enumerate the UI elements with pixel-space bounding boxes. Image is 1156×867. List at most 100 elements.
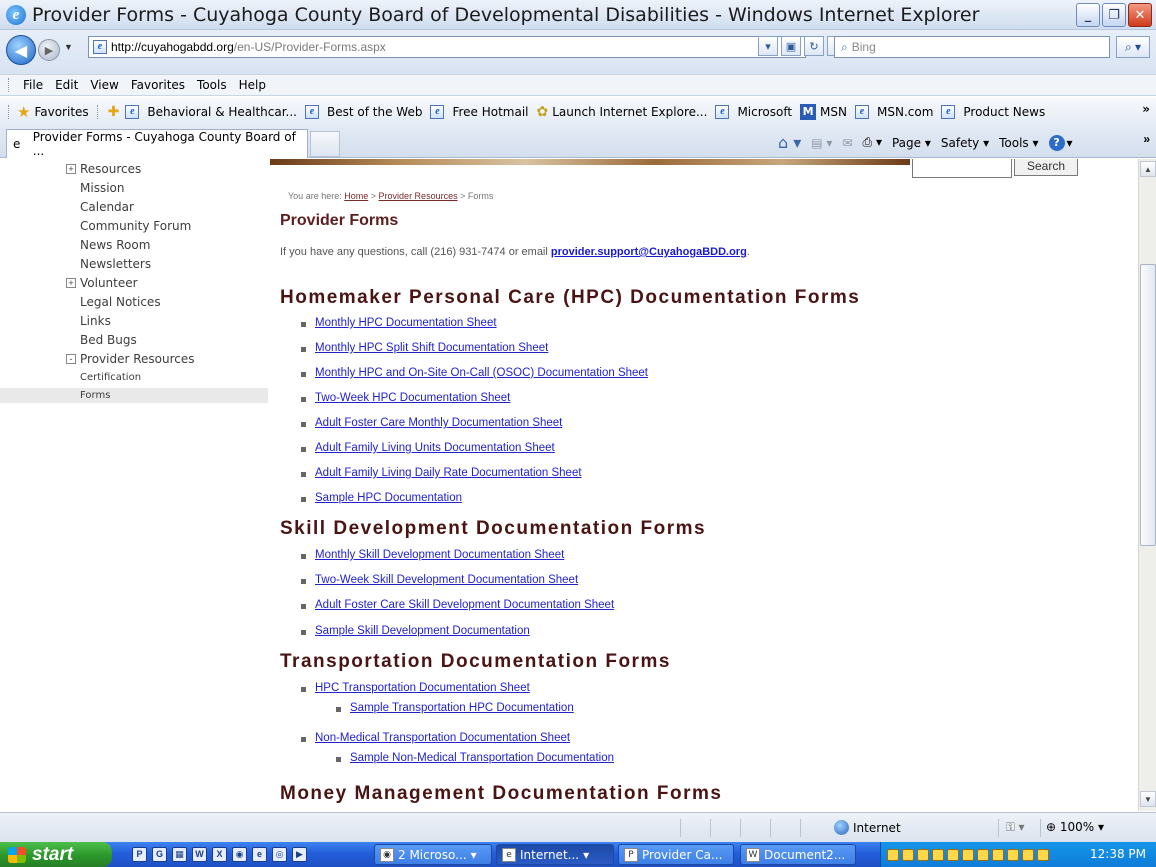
menu-edit[interactable]: Edit xyxy=(55,78,78,92)
site-search-button[interactable]: Search xyxy=(1014,159,1078,176)
nav-item-volunteer[interactable]: Volunteer xyxy=(80,276,138,290)
collapse-icon[interactable]: - xyxy=(66,354,76,364)
menu-file[interactable]: File xyxy=(23,78,43,92)
back-button[interactable]: ◀ xyxy=(6,35,36,65)
system-clock[interactable]: 12:38 PM xyxy=(1090,847,1146,861)
nav-subitem-certification[interactable]: Certification xyxy=(80,372,141,383)
nav-item-news-room[interactable]: News Room xyxy=(80,238,150,252)
tray-icon[interactable] xyxy=(1022,848,1034,861)
form-link[interactable]: HPC Transportation Documentation Sheet xyxy=(315,682,530,694)
tray-icon[interactable] xyxy=(902,848,914,861)
menu-favorites[interactable]: Favorites xyxy=(131,78,185,92)
tray-icon[interactable] xyxy=(992,848,1004,861)
close-button[interactable]: ✕ xyxy=(1128,3,1152,27)
read-mail-icon[interactable]: ✉ xyxy=(842,136,852,150)
fav-link-behavioral[interactable]: e Behavioral & Healthcar... xyxy=(125,105,297,119)
nav-item-links[interactable]: Links xyxy=(80,314,111,328)
menu-tools[interactable]: Tools xyxy=(197,78,227,92)
print-icon[interactable]: ⎙ ▾ xyxy=(863,135,882,150)
form-link[interactable]: Adult Family Living Units Documentation … xyxy=(315,442,555,454)
site-search-input[interactable] xyxy=(912,159,1012,178)
add-favorite-icon[interactable]: ✚ xyxy=(108,104,120,120)
fav-link-msn[interactable]: M MSN xyxy=(800,104,847,120)
forward-button[interactable]: ▶ xyxy=(38,39,60,61)
quicklaunch-icon[interactable]: ◉ xyxy=(232,847,247,862)
task-button-provider[interactable]: P Provider Ca... xyxy=(618,844,734,865)
form-link[interactable]: Two-Week Skill Development Documentation… xyxy=(315,574,578,586)
tray-icon[interactable] xyxy=(1037,848,1049,861)
home-icon[interactable]: ⌂ ▾ xyxy=(778,133,801,152)
form-link[interactable]: Adult Foster Care Monthly Documentation … xyxy=(315,417,562,429)
breadcrumb-provider-link[interactable]: Provider Resources xyxy=(379,191,458,201)
quicklaunch-icon[interactable]: ◎ xyxy=(272,847,287,862)
chevron-right-icon[interactable]: » xyxy=(1142,102,1150,116)
support-email-link[interactable]: provider.support@CuyahogaBDD.org xyxy=(551,246,747,258)
nav-item-community-forum[interactable]: Community Forum xyxy=(80,219,191,233)
favorites-button[interactable]: ★ Favorites xyxy=(17,103,89,121)
address-dropdown-icon[interactable]: ▾ xyxy=(758,36,778,56)
fav-link-best-of-web[interactable]: e Best of the Web xyxy=(305,105,422,119)
fav-link-msn-com[interactable]: e MSN.com xyxy=(855,105,933,119)
form-link[interactable]: Adult Foster Care Skill Development Docu… xyxy=(315,599,614,611)
quicklaunch-icon[interactable]: G xyxy=(152,847,167,862)
fav-link-launch-ie[interactable]: ✿ Launch Internet Explore... xyxy=(537,104,708,120)
tray-icon[interactable] xyxy=(917,848,929,861)
history-dropdown-icon[interactable]: ▼ xyxy=(64,42,73,52)
tray-icon[interactable] xyxy=(977,848,989,861)
tray-icon[interactable] xyxy=(962,848,974,861)
tab-provider-forms[interactable]: e Provider Forms - Cuyahoga County Board… xyxy=(6,129,308,158)
task-button-microsoft[interactable]: ◉ 2 Microso... ▾ xyxy=(374,844,492,865)
nav-item-provider-resources[interactable]: Provider Resources xyxy=(80,352,195,366)
search-button[interactable]: ⌕ ▾ xyxy=(1116,36,1150,58)
menu-help[interactable]: Help xyxy=(239,78,266,92)
nav-item-legal-notices[interactable]: Legal Notices xyxy=(80,295,161,309)
form-link[interactable]: Sample Non-Medical Transportation Docume… xyxy=(350,752,614,764)
minimize-button[interactable]: _ xyxy=(1076,3,1100,27)
start-button[interactable]: start xyxy=(0,842,112,867)
expand-icon[interactable]: + xyxy=(66,278,76,288)
quicklaunch-excel-icon[interactable]: X xyxy=(212,847,227,862)
chevron-right-icon[interactable]: » xyxy=(1143,132,1150,146)
fav-link-product-news[interactable]: e Product News xyxy=(941,105,1045,119)
form-link[interactable]: Monthly Skill Development Documentation … xyxy=(315,549,564,561)
breadcrumb-home-link[interactable]: Home xyxy=(344,191,368,201)
task-button-document[interactable]: W Document2... xyxy=(740,844,856,865)
fav-link-microsoft[interactable]: e Microsoft xyxy=(715,105,792,119)
nav-item-bed-bugs[interactable]: Bed Bugs xyxy=(80,333,137,347)
form-link[interactable]: Sample Transportation HPC Documentation xyxy=(350,702,574,714)
nav-item-mission[interactable]: Mission xyxy=(80,181,124,195)
tray-icon[interactable] xyxy=(932,848,944,861)
nav-item-calendar[interactable]: Calendar xyxy=(80,200,134,214)
task-button-internet[interactable]: e Internet... ▾ xyxy=(496,844,614,865)
compatibility-view-icon[interactable]: ▣ xyxy=(781,36,801,56)
tools-menu[interactable]: Tools ▾ xyxy=(999,136,1038,150)
scroll-down-icon[interactable]: ▼ xyxy=(1140,791,1156,807)
form-link[interactable]: Monthly HPC Split Shift Documentation Sh… xyxy=(315,342,548,354)
quicklaunch-icon[interactable]: ▦ xyxy=(172,847,187,862)
form-link[interactable]: Monthly HPC and On-Site On-Call (OSOC) D… xyxy=(315,367,648,379)
protected-mode-icon[interactable]: ⚿ ▾ xyxy=(1006,820,1025,835)
tray-icon[interactable] xyxy=(1007,848,1019,861)
vertical-scrollbar[interactable]: ▲ ▼ xyxy=(1138,159,1156,811)
nav-subitem-forms[interactable]: Forms xyxy=(80,390,110,401)
quicklaunch-icon[interactable]: ▶ xyxy=(292,847,307,862)
window-title-bar[interactable]: e Provider Forms - Cuyahoga County Board… xyxy=(0,0,1156,30)
security-zone[interactable]: Internet xyxy=(834,820,901,835)
form-link[interactable]: Sample Skill Development Documentation xyxy=(315,625,530,637)
scroll-thumb[interactable] xyxy=(1140,264,1156,546)
form-link[interactable]: Sample HPC Documentation xyxy=(315,492,462,504)
address-bar[interactable]: e http://cuyahogabdd.org/en-US/Provider-… xyxy=(88,36,806,58)
safety-menu[interactable]: Safety ▾ xyxy=(941,136,989,150)
nav-item-newsletters[interactable]: Newsletters xyxy=(80,257,151,271)
page-menu[interactable]: Page ▾ xyxy=(892,136,931,150)
quicklaunch-icon[interactable]: P xyxy=(132,847,147,862)
form-link[interactable]: Two-Week HPC Documentation Sheet xyxy=(315,392,510,404)
menu-view[interactable]: View xyxy=(90,78,118,92)
form-link[interactable]: Adult Family Living Daily Rate Documenta… xyxy=(315,467,582,479)
nav-item-resources[interactable]: Resources xyxy=(80,162,141,176)
expand-icon[interactable]: + xyxy=(66,164,76,174)
form-link[interactable]: Monthly HPC Documentation Sheet xyxy=(315,317,497,329)
form-link[interactable]: Non-Medical Transportation Documentation… xyxy=(315,732,570,744)
scroll-up-icon[interactable]: ▲ xyxy=(1140,161,1156,177)
tray-icon[interactable] xyxy=(887,848,899,861)
